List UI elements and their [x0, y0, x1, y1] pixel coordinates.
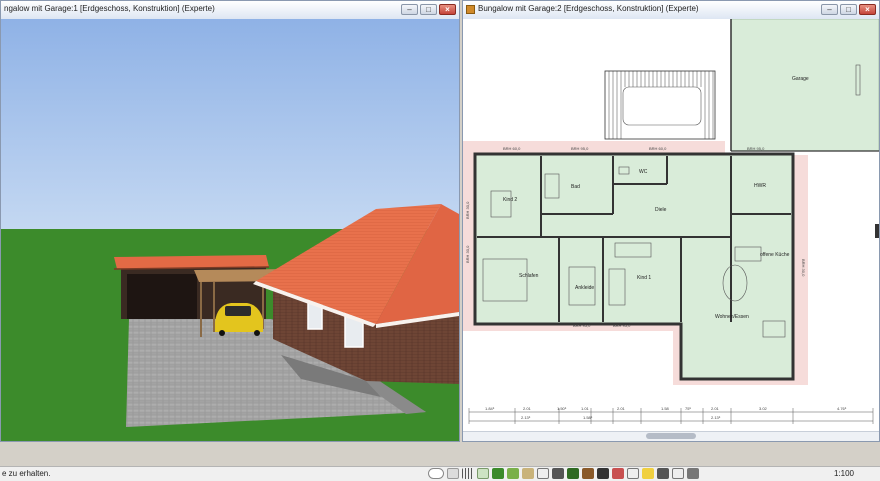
dimension-label: 2.13⁵ [521, 415, 531, 420]
status-bar: e zu erhalten. 1:100 [0, 466, 880, 481]
pen-icon[interactable] [582, 468, 594, 479]
wall-label: BRH 95,0 [573, 323, 591, 328]
room-label-garage: Garage [792, 76, 809, 82]
grid-icon[interactable] [462, 468, 474, 479]
light-icon[interactable] [642, 468, 654, 479]
minimize-button[interactable]: – [821, 4, 838, 15]
stair-treads [608, 71, 714, 139]
terrain-icon[interactable] [492, 468, 504, 479]
tag-icon[interactable] [597, 468, 609, 479]
tree-icon[interactable] [567, 468, 579, 479]
wall-label: BRH 60,0 [503, 146, 521, 151]
horizontal-scrollbar[interactable] [463, 431, 879, 441]
close-button[interactable]: × [439, 4, 456, 15]
dimension-icon[interactable] [537, 468, 549, 479]
dimension-label: 1.50⁵ [557, 406, 567, 411]
compass-icon[interactable] [657, 468, 669, 479]
room-label-bad: Bad [571, 184, 580, 190]
dimension-label: 2.13⁵ [711, 415, 721, 420]
dimension-label: 1.84⁵ [485, 406, 495, 411]
garage-opening [127, 274, 197, 319]
plan-canvas[interactable]: Garage Kind 2 Bad WC HWR Diele Schlafen … [463, 19, 879, 441]
floor-plan: Garage Kind 2 Bad WC HWR Diele Schlafen … [463, 19, 879, 424]
wall-label: BRH 60,0 [649, 146, 667, 151]
status-toolbar [428, 468, 699, 479]
app-icon [466, 5, 475, 14]
dimension-label: 4.76⁵ [837, 406, 847, 411]
wall-label: BRH 95,0 [613, 323, 631, 328]
window-title-plan: Bungalow mit Garage:2 [Erdgeschoss, Kons… [478, 4, 699, 13]
window-floor-plan[interactable]: Bungalow mit Garage:2 [Erdgeschoss, Kons… [462, 0, 880, 442]
scale-readout[interactable]: 1:100 [834, 469, 854, 478]
maximize-button[interactable]: □ [420, 4, 437, 15]
furniture-icon[interactable] [522, 468, 534, 479]
car [215, 303, 263, 336]
paint-icon[interactable] [612, 468, 624, 479]
dimension-label: 75⁵ [685, 406, 691, 411]
people-icon[interactable] [552, 468, 564, 479]
close-button[interactable]: × [859, 4, 876, 15]
room-label-schlafen: Schlafen [519, 273, 539, 279]
wall-label: BRH 30,0 [465, 201, 470, 219]
room-label-kueche: offene Küche [760, 252, 790, 258]
room-label-ankleide: Ankleide [575, 285, 594, 291]
wall-label: BRH 95,0 [571, 146, 589, 151]
status-message: e zu erhalten. [2, 469, 51, 478]
dimension-label: 1.58 [661, 406, 670, 411]
workspace-background [0, 442, 880, 466]
room-label-wc: WC [639, 169, 648, 175]
maximize-button[interactable]: □ [840, 4, 857, 15]
dimension-label: 2.01 [523, 406, 532, 411]
scrollbar-thumb[interactable] [646, 433, 696, 439]
3d-viewport[interactable] [1, 19, 459, 441]
dimension-label: 1.01 [581, 406, 590, 411]
sketch-icon[interactable] [477, 468, 489, 479]
plant-icon[interactable] [507, 468, 519, 479]
wall-label: BRH 30,0 [465, 245, 470, 263]
window-3d-view[interactable]: ngalow mit Garage:1 [Erdgeschoss, Konstr… [0, 0, 460, 442]
titlebar-plan[interactable]: Bungalow mit Garage:2 [Erdgeschoss, Kons… [463, 1, 879, 20]
3d-scene [1, 19, 459, 441]
window-title-3d: ngalow mit Garage:1 [Erdgeschoss, Konstr… [4, 4, 215, 13]
room-label-wohnen: Wohnen/Essen [715, 314, 749, 320]
room-label-diele: Diele [655, 207, 667, 213]
titlebar-3d[interactable]: ngalow mit Garage:1 [Erdgeschoss, Konstr… [1, 1, 459, 20]
hatch-icon[interactable] [672, 468, 684, 479]
cloud-icon[interactable] [428, 468, 444, 479]
settings-icon[interactable] [687, 468, 699, 479]
wall-label: BRH 30,0 [801, 259, 806, 277]
text-icon[interactable] [627, 468, 639, 479]
house-footprint [473, 152, 795, 381]
stair-terrace [604, 70, 716, 140]
dimension-label: 3.02 [759, 406, 768, 411]
room-label-kind2: Kind 2 [503, 197, 517, 203]
dimension-label: 1.58⁵ [583, 415, 593, 420]
dimension-label: 2.01 [617, 406, 626, 411]
layers-icon[interactable] [447, 468, 459, 479]
sky [1, 19, 459, 231]
room-label-hwr: HWR [754, 183, 766, 189]
splitter-grip[interactable] [875, 224, 879, 238]
minimize-button[interactable]: – [401, 4, 418, 15]
garage-area [730, 19, 879, 152]
dimension-label: 2.01 [711, 406, 720, 411]
room-label-kind1: Kind 1 [637, 275, 651, 281]
wall-label: BRH 95,0 [747, 146, 765, 151]
